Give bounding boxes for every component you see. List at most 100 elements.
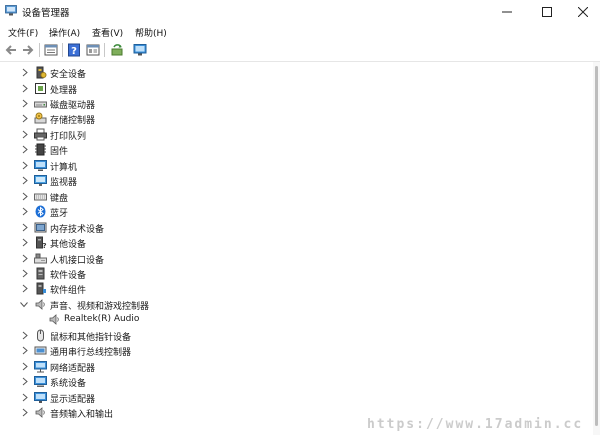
help-button[interactable]: ?	[67, 43, 81, 57]
software-component-icon	[34, 282, 47, 295]
back-button[interactable]	[4, 43, 18, 57]
chevron-right-icon[interactable]	[21, 254, 29, 263]
vertical-scrollbar[interactable]	[593, 62, 600, 435]
tree-item-print-queues[interactable]: 打印队列	[0, 127, 593, 142]
menu-view[interactable]: 查看(V)	[92, 26, 123, 39]
chevron-right-icon[interactable]	[21, 114, 29, 123]
minimize-button[interactable]	[490, 0, 524, 24]
tree-item-disk-drives[interactable]: 磁盘驱动器	[0, 96, 593, 111]
chevron-right-icon[interactable]	[21, 68, 29, 77]
chevron-right-icon[interactable]	[21, 192, 29, 201]
tree-item-keyboards[interactable]: 键盘	[0, 189, 593, 204]
tree-item-label: 打印队列	[50, 132, 87, 142]
chevron-right-icon[interactable]	[21, 284, 29, 293]
maximize-button[interactable]	[530, 0, 564, 24]
tree-item-label: 固件	[50, 147, 69, 157]
firmware-icon	[34, 143, 47, 156]
chevron-right-icon[interactable]	[21, 377, 29, 386]
tree-item-mice-pointing-devices[interactable]: 鼠标和其他指针设备	[0, 328, 593, 343]
tree-item-usb-controllers[interactable]: 通用串行总线控制器	[0, 343, 593, 358]
tree-item-label: 人机接口设备	[50, 256, 105, 266]
tree-item-bluetooth[interactable]: 蓝牙	[0, 204, 593, 219]
scan-hardware-button[interactable]	[133, 43, 147, 57]
system-device-icon	[34, 375, 47, 388]
svg-text:?: ?	[71, 46, 77, 57]
tree-item-memory-technology-devices[interactable]: 内存技术设备	[0, 220, 593, 235]
memory-device-icon	[34, 221, 47, 234]
keyboard-icon	[34, 190, 47, 203]
chevron-right-icon[interactable]	[21, 362, 29, 371]
chevron-right-icon[interactable]	[21, 269, 29, 278]
forward-button[interactable]	[21, 43, 35, 57]
menu-action[interactable]: 操作(A)	[49, 26, 80, 39]
tree-item-label: 音频输入和输出	[50, 410, 114, 420]
chevron-right-icon[interactable]	[21, 346, 29, 355]
tree-item-security-devices[interactable]: 安全设备	[0, 65, 593, 80]
network-adapter-icon	[34, 360, 47, 373]
tree-item-storage-controllers[interactable]: 存储控制器	[0, 111, 593, 126]
tree-item-firmware[interactable]: 固件	[0, 142, 593, 157]
svg-text:?: ?	[42, 242, 46, 249]
chevron-down-icon[interactable]	[20, 300, 28, 309]
printer-icon	[34, 128, 47, 141]
computer-icon	[34, 159, 47, 172]
monitor-scan-icon	[133, 44, 147, 56]
tree-item-monitors[interactable]: 监视器	[0, 173, 593, 188]
tree-item-label: 软件设备	[50, 271, 87, 281]
usb-controller-icon	[34, 344, 47, 357]
tree-item-label: 计算机	[50, 163, 78, 173]
update-driver-button[interactable]	[110, 43, 124, 57]
chevron-right-icon[interactable]	[21, 393, 29, 402]
chevron-right-icon[interactable]	[21, 238, 29, 247]
tree-item-label: 其他设备	[50, 240, 87, 250]
update-driver-icon	[111, 44, 123, 56]
chevron-right-icon[interactable]	[21, 130, 29, 139]
chevron-right-icon[interactable]	[21, 408, 29, 417]
tree-item-label: 系统设备	[50, 379, 87, 389]
toolbar-separator	[104, 43, 105, 57]
tree-item-label: 网络适配器	[50, 364, 96, 374]
minimize-icon	[502, 11, 512, 13]
chevron-right-icon[interactable]	[21, 176, 29, 185]
chevron-right-icon[interactable]	[21, 223, 29, 232]
tree-item-processors[interactable]: 处理器	[0, 81, 593, 96]
device-manager-app-icon	[5, 5, 17, 16]
tree-item-label: 通用串行总线控制器	[50, 348, 132, 358]
hid-icon	[34, 252, 47, 265]
tree-item-human-interface-devices[interactable]: 人机接口设备	[0, 251, 593, 266]
scrollbar-thumb[interactable]	[595, 66, 598, 426]
device-tree: 安全设备 处理器 磁盘驱动器 存储控制器 打印队列 固件 计算机 监视器 键盘 …	[0, 62, 593, 435]
tree-item-sound-video-game-controllers[interactable]: 声音、视频和游戏控制器	[0, 297, 593, 312]
menu-help[interactable]: 帮助(H)	[135, 26, 167, 39]
software-device-icon	[34, 267, 47, 280]
speaker-icon	[48, 313, 61, 326]
window-title: 设备管理器	[22, 8, 70, 19]
processor-icon	[34, 82, 47, 95]
chevron-right-icon[interactable]	[21, 161, 29, 170]
menu-file[interactable]: 文件(F)	[8, 26, 38, 39]
close-button[interactable]	[566, 0, 600, 24]
tree-child-realtek-audio[interactable]: Realtek(R) Audio	[0, 312, 593, 327]
forward-arrow-icon	[23, 45, 34, 55]
tree-item-other-devices[interactable]: ? 其他设备	[0, 235, 593, 250]
chevron-right-icon[interactable]	[21, 84, 29, 93]
tree-item-label: 磁盘驱动器	[50, 101, 96, 111]
list-view-button[interactable]	[86, 43, 100, 57]
close-icon	[578, 7, 588, 17]
tree-item-network-adapters[interactable]: 网络适配器	[0, 359, 593, 374]
tree-item-software-devices[interactable]: 软件设备	[0, 266, 593, 281]
tree-item-system-devices[interactable]: 系统设备	[0, 374, 593, 389]
tree-item-label: Realtek(R) Audio	[64, 314, 140, 324]
maximize-icon	[542, 7, 552, 17]
tree-item-label: 软件组件	[50, 286, 87, 296]
tree-item-display-adapters[interactable]: 显示适配器	[0, 390, 593, 405]
chevron-right-icon[interactable]	[21, 99, 29, 108]
title-bar: 设备管理器	[0, 0, 600, 24]
security-device-icon	[34, 66, 47, 79]
chevron-right-icon[interactable]	[21, 331, 29, 340]
chevron-right-icon[interactable]	[21, 145, 29, 154]
tree-item-computer[interactable]: 计算机	[0, 158, 593, 173]
chevron-right-icon[interactable]	[21, 207, 29, 216]
tree-item-software-components[interactable]: 软件组件	[0, 281, 593, 296]
properties-button[interactable]	[44, 43, 58, 57]
